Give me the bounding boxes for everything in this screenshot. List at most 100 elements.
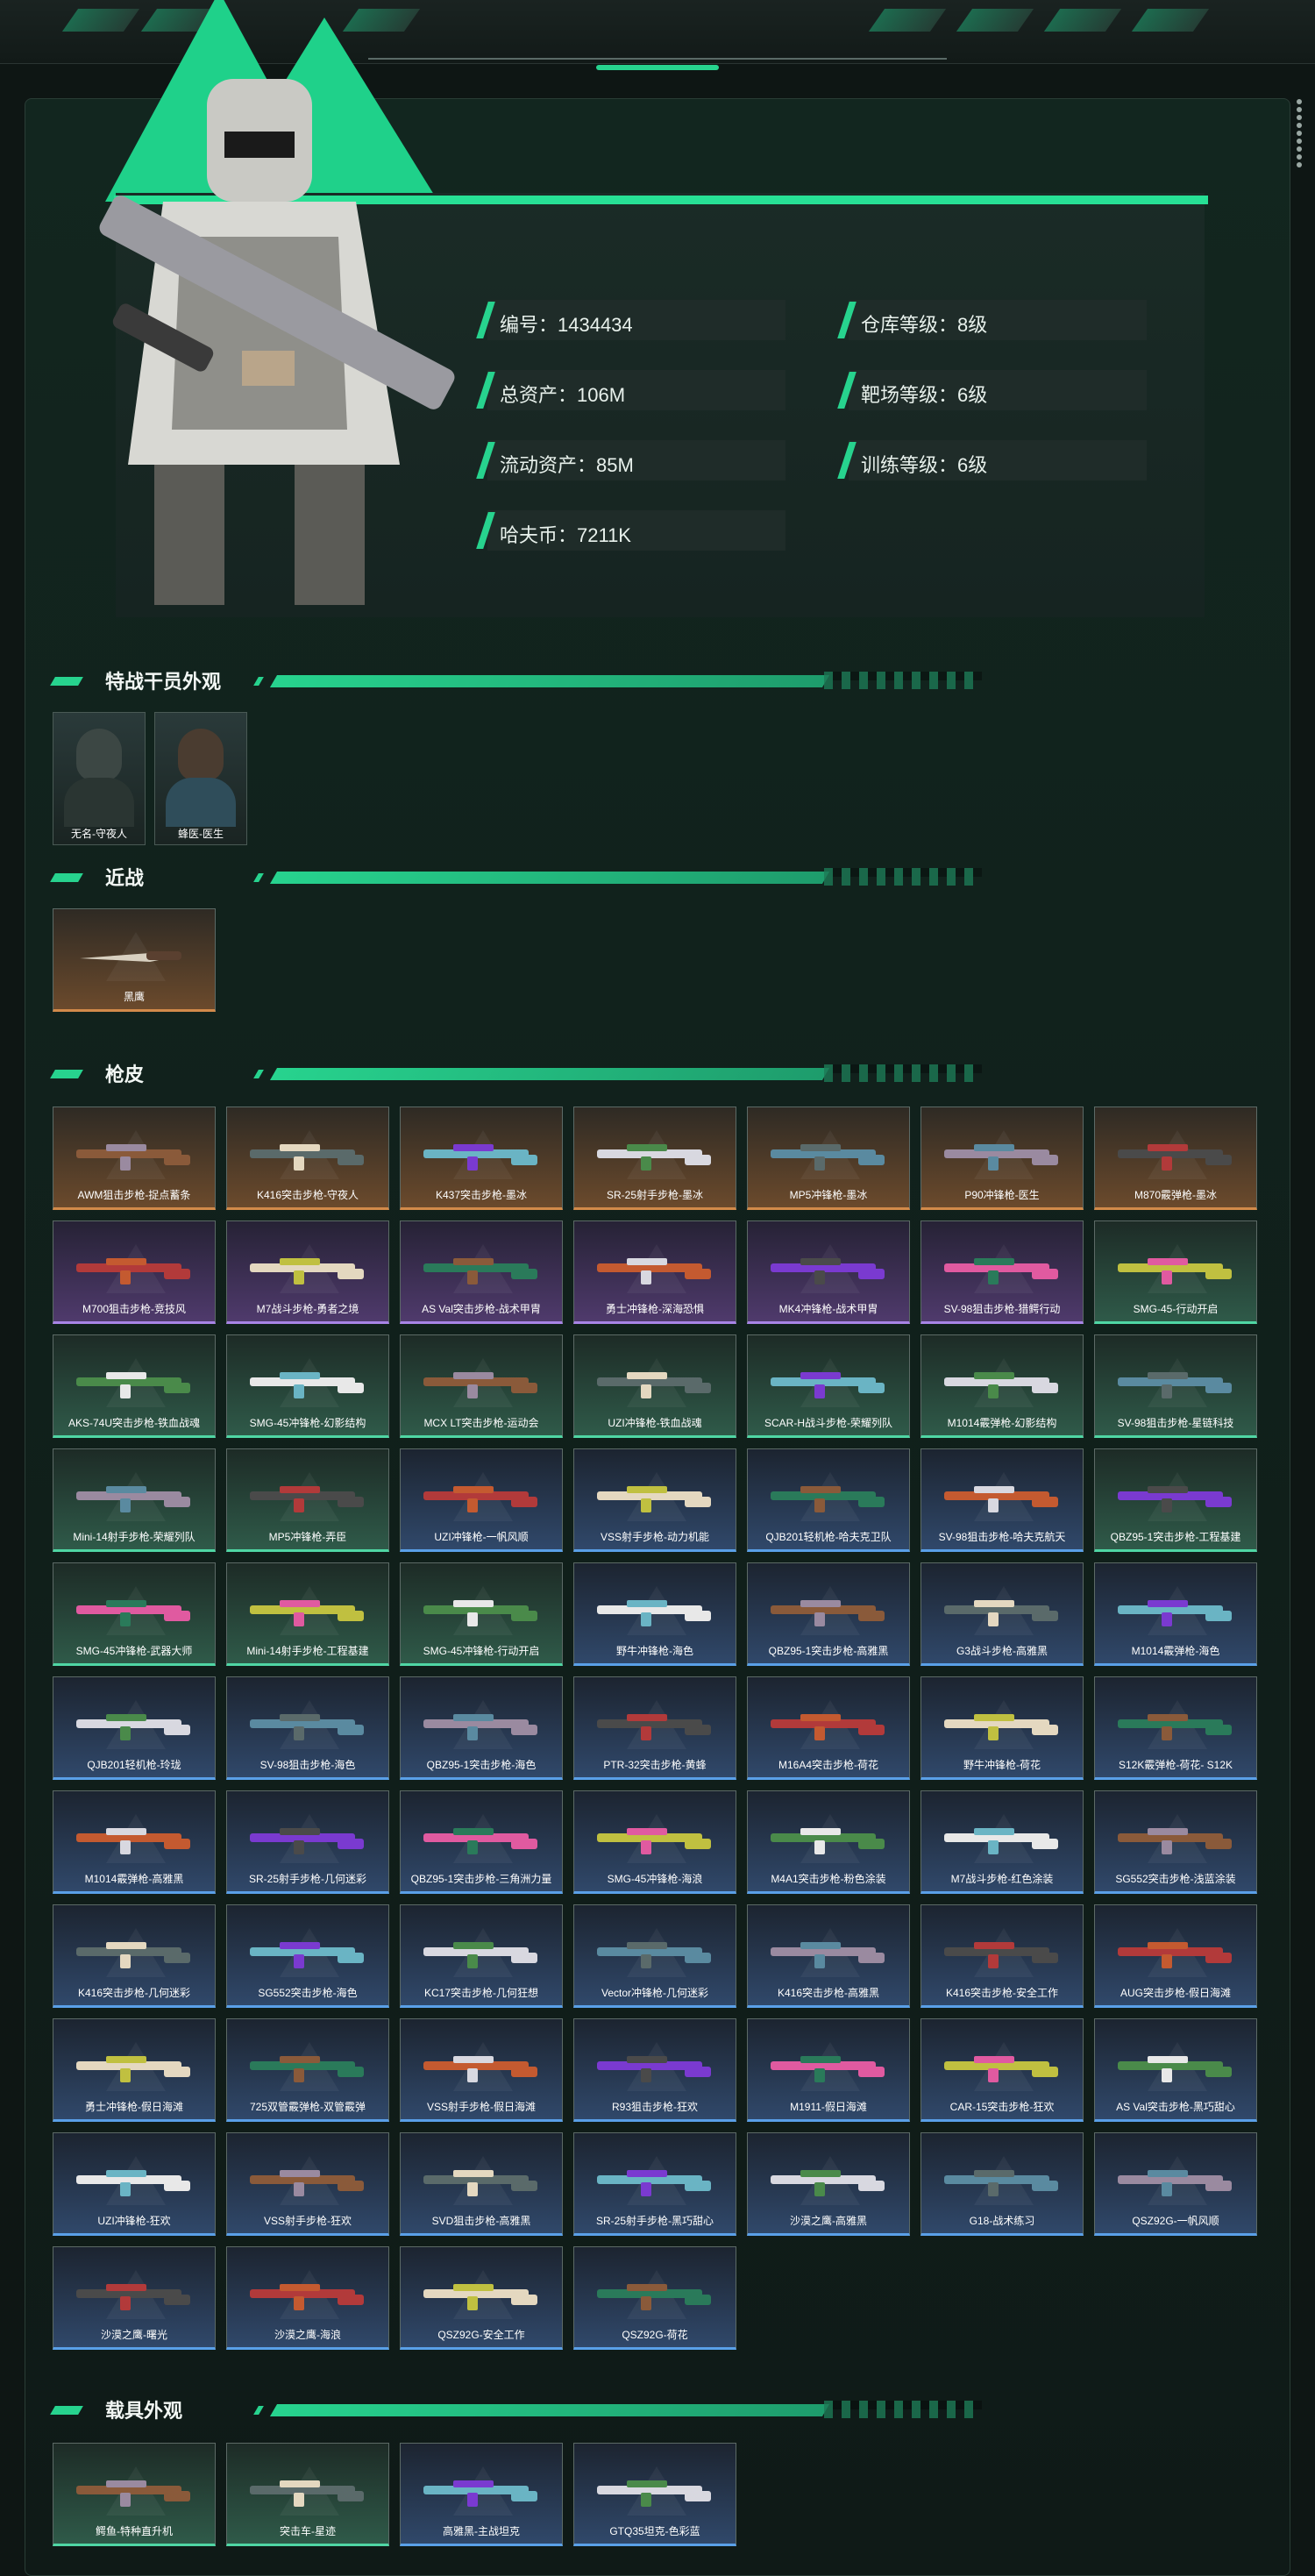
vehicle-card[interactable]: 突击车-星迹 xyxy=(226,2443,389,2546)
agent-card[interactable]: 无名-守夜人 xyxy=(53,712,146,845)
skin-card[interactable]: 沙漠之鹰-海浪 xyxy=(226,2246,389,2350)
skin-card[interactable]: M870霰弹枪-墨冰 xyxy=(1094,1107,1257,1210)
skin-card[interactable]: SVD狙击步枪-高雅黑 xyxy=(400,2132,563,2236)
vehicle-card[interactable]: 高雅黑-主战坦克 xyxy=(400,2443,563,2546)
skin-card[interactable]: 沙漠之鹰-高雅黑 xyxy=(747,2132,910,2236)
skin-card[interactable]: M4A1突击步枪-粉色涂装 xyxy=(747,1790,910,1894)
skin-card[interactable]: 勇士冲锋枪-深海恐惧 xyxy=(573,1220,736,1324)
skin-card[interactable]: M700狙击步枪-竞技风 xyxy=(53,1220,216,1324)
skin-card[interactable]: PTR-32突击步枪-黄蜂 xyxy=(573,1676,736,1780)
agent-card[interactable]: 蜂医-医生 xyxy=(154,712,247,845)
skin-card[interactable]: QBZ95-1突击步枪-高雅黑 xyxy=(747,1562,910,1666)
skin-card[interactable]: KC17突击步枪-几何狂想 xyxy=(400,1904,563,2008)
skin-card[interactable]: UZI冲锋枪-狂欢 xyxy=(53,2132,216,2236)
skin-card[interactable]: P90冲锋枪-医生 xyxy=(920,1107,1084,1210)
skin-card[interactable]: MK4冲锋枪-战术甲胄 xyxy=(747,1220,910,1324)
skin-card[interactable]: QSZ92G-一帆风顺 xyxy=(1094,2132,1257,2236)
skin-card[interactable]: K416突击步枪-安全工作 xyxy=(920,1904,1084,2008)
skin-name: M7战斗步枪-勇者之境 xyxy=(256,1303,359,1315)
skin-card[interactable]: QJB201轻机枪-哈夫克卫队 xyxy=(747,1448,910,1552)
skin-card[interactable]: MP5冲锋枪-墨冰 xyxy=(747,1107,910,1210)
skin-card[interactable]: M7战斗步枪-勇者之境 xyxy=(226,1220,389,1324)
weapon-icon xyxy=(944,1258,1058,1284)
skin-card[interactable]: AS Val突击步枪-战术甲胄 xyxy=(400,1220,563,1324)
skin-card[interactable]: M1014霰弹枪-海色 xyxy=(1094,1562,1257,1666)
skin-card[interactable]: SMG-45冲锋枪-海浪 xyxy=(573,1790,736,1894)
skin-card[interactable]: G3战斗步枪-高雅黑 xyxy=(920,1562,1084,1666)
skin-card[interactable]: SV-98狙击步枪-星链科技 xyxy=(1094,1334,1257,1438)
skin-name: M1014霰弹枪-幻影结构 xyxy=(947,1417,1057,1429)
skin-card[interactable]: AWM狙击步枪-捉点蓄条 xyxy=(53,1107,216,1210)
skin-name: 勇士冲锋枪-假日海滩 xyxy=(85,2101,183,2113)
skin-card[interactable]: K416突击步枪-守夜人 xyxy=(226,1107,389,1210)
skin-card[interactable]: SMG-45冲锋枪-行动开启 xyxy=(400,1562,563,1666)
skin-card[interactable]: Vector冲锋枪-几何迷彩 xyxy=(573,1904,736,2008)
weapon-icon xyxy=(423,2480,537,2507)
vehicle-card[interactable]: 鳄鱼-特种直升机 xyxy=(53,2443,216,2546)
skin-card[interactable]: M7战斗步枪-红色涂装 xyxy=(920,1790,1084,1894)
skin-card[interactable]: SMG-45-行动开启 xyxy=(1094,1220,1257,1324)
skin-card[interactable]: M1911-假日海滩 xyxy=(747,2018,910,2122)
skin-card[interactable]: M1014霰弹枪-幻影结构 xyxy=(920,1334,1084,1438)
skin-card[interactable]: SG552突击步枪-海色 xyxy=(226,1904,389,2008)
skin-card[interactable]: 野牛冲锋枪-荷花 xyxy=(920,1676,1084,1780)
weapon-icon xyxy=(423,1144,537,1171)
skin-name: SV-98狙击步枪-猎鳄行动 xyxy=(943,1303,1061,1315)
skin-card[interactable]: CAR-15突击步枪-狂欢 xyxy=(920,2018,1084,2122)
skin-card[interactable]: QBZ95-1突击步枪-三角洲力量 xyxy=(400,1790,563,1894)
skin-name: SR-25射手步枪-黑巧甜心 xyxy=(595,2215,714,2227)
weapon-icon xyxy=(771,2056,885,2082)
skin-card[interactable]: VSS射手步枪-动力机能 xyxy=(573,1448,736,1552)
vehicle-name: GTQ35坦克-色彩蓝 xyxy=(609,2525,700,2537)
scrollbar[interactable] xyxy=(1294,96,1304,175)
weapon-icon xyxy=(423,1714,537,1740)
skin-card[interactable]: SV-98狙击步枪-海色 xyxy=(226,1676,389,1780)
skin-card[interactable]: QBZ95-1突击步枪-海色 xyxy=(400,1676,563,1780)
skin-card[interactable]: M16A4突击步枪-荷花 xyxy=(747,1676,910,1780)
skin-card[interactable]: SR-25射手步枪-墨冰 xyxy=(573,1107,736,1210)
skin-card[interactable]: 725双管霰弹枪-双管霰弹 xyxy=(226,2018,389,2122)
skin-card[interactable]: AUG突击步枪-假日海滩 xyxy=(1094,1904,1257,2008)
skin-card[interactable]: AS Val突击步枪-黑巧甜心 xyxy=(1094,2018,1257,2122)
skin-name: SVD狙击步枪-高雅黑 xyxy=(431,2215,531,2227)
skin-card[interactable]: UZI冲锋枪-铁血战魂 xyxy=(573,1334,736,1438)
skin-card[interactable]: SMG-45冲锋枪-武器大师 xyxy=(53,1562,216,1666)
skin-card[interactable]: AKS-74U突击步枪-铁血战魂 xyxy=(53,1334,216,1438)
skin-card[interactable]: SCAR-H战斗步枪-荣耀列队 xyxy=(747,1334,910,1438)
weapon-icon xyxy=(1118,1258,1232,1284)
skin-name: VSS射手步枪-狂欢 xyxy=(263,2215,352,2227)
skin-card[interactable]: 勇士冲锋枪-假日海滩 xyxy=(53,2018,216,2122)
skin-card[interactable]: UZI冲锋枪-一帆风顺 xyxy=(400,1448,563,1552)
skin-card[interactable]: VSS射手步枪-狂欢 xyxy=(226,2132,389,2236)
skin-card[interactable]: QJB201轻机枪-玲珑 xyxy=(53,1676,216,1780)
skin-card[interactable]: QSZ92G-安全工作 xyxy=(400,2246,563,2350)
skin-card[interactable]: MCX LT突击步枪-运动会 xyxy=(400,1334,563,1438)
skin-card[interactable]: 野牛冲锋枪-海色 xyxy=(573,1562,736,1666)
skin-card[interactable]: R93狙击步枪-狂欢 xyxy=(573,2018,736,2122)
skin-card[interactable]: Mini-14射手步枪-荣耀列队 xyxy=(53,1448,216,1552)
skin-card[interactable]: Mini-14射手步枪-工程基建 xyxy=(226,1562,389,1666)
skin-card[interactable]: SV-98狙击步枪-猎鳄行动 xyxy=(920,1220,1084,1324)
skin-card[interactable]: VSS射手步枪-假日海滩 xyxy=(400,2018,563,2122)
skin-card[interactable]: K416突击步枪-几何迷彩 xyxy=(53,1904,216,2008)
skin-card[interactable]: K416突击步枪-高雅黑 xyxy=(747,1904,910,2008)
melee-card[interactable]: 黑鹰 xyxy=(53,908,216,1012)
skin-card[interactable]: SG552突击步枪-浅蓝涂装 xyxy=(1094,1790,1257,1894)
skin-card[interactable]: SMG-45冲锋枪-幻影结构 xyxy=(226,1334,389,1438)
skin-card[interactable]: S12K霰弹枪-荷花- S12K xyxy=(1094,1676,1257,1780)
skin-card[interactable]: M1014霰弹枪-高雅黑 xyxy=(53,1790,216,1894)
skin-name: QJB201轻机枪-玲珑 xyxy=(87,1759,181,1771)
banner-pill xyxy=(596,65,719,70)
skin-name: M4A1突击步枪-粉色涂装 xyxy=(771,1873,886,1885)
skin-card[interactable]: G18-战术练习 xyxy=(920,2132,1084,2236)
weapon-icon xyxy=(597,1144,711,1171)
skin-card[interactable]: 沙漠之鹰-曙光 xyxy=(53,2246,216,2350)
vehicle-card[interactable]: GTQ35坦克-色彩蓝 xyxy=(573,2443,736,2546)
skin-card[interactable]: SV-98狙击步枪-哈夫克航天 xyxy=(920,1448,1084,1552)
skin-card[interactable]: SR-25射手步枪-黑巧甜心 xyxy=(573,2132,736,2236)
skin-card[interactable]: QBZ95-1突击步枪-工程基建 xyxy=(1094,1448,1257,1552)
skin-card[interactable]: MP5冲锋枪-弄臣 xyxy=(226,1448,389,1552)
skin-card[interactable]: QSZ92G-荷花 xyxy=(573,2246,736,2350)
skin-card[interactable]: SR-25射手步枪-几何迷彩 xyxy=(226,1790,389,1894)
skin-card[interactable]: K437突击步枪-墨冰 xyxy=(400,1107,563,1210)
